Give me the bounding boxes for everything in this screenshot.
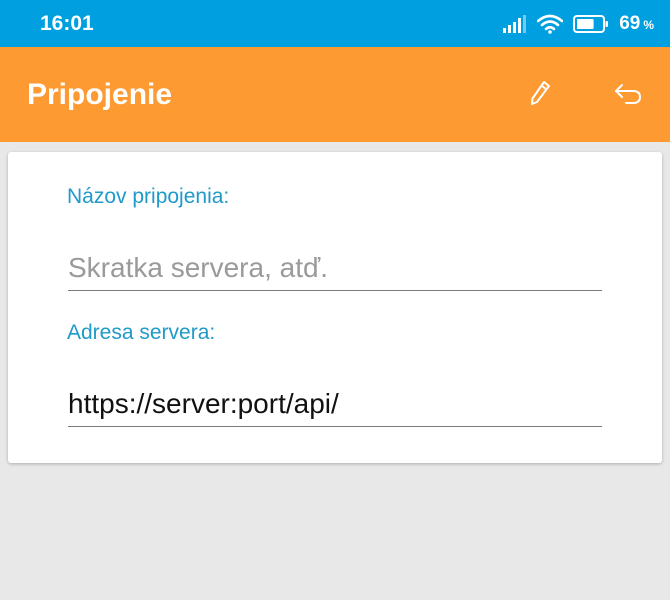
- connection-form-card: Názov pripojenia: Adresa servera:: [8, 152, 662, 463]
- status-icons: 69%: [503, 12, 654, 36]
- status-bar: 16:01 69 %: [0, 0, 670, 47]
- status-time: 16:01: [40, 12, 94, 35]
- connection-name-label: Názov pripojenia:: [67, 185, 230, 208]
- back-button[interactable]: [608, 75, 648, 115]
- signal-icon: [503, 15, 527, 33]
- battery-icon: [573, 15, 609, 33]
- page-title: Pripojenie: [27, 78, 173, 111]
- battery-level: 69%: [619, 12, 654, 37]
- edit-button[interactable]: [520, 75, 560, 115]
- server-address-label: Adresa servera:: [67, 321, 216, 344]
- battery-unit: %: [643, 17, 654, 32]
- battery-percent: 69: [619, 12, 641, 34]
- app-bar: Pripojenie: [0, 47, 670, 142]
- undo-icon: [613, 81, 643, 110]
- server-address-input[interactable]: [68, 384, 602, 427]
- connection-name-input[interactable]: [68, 248, 602, 291]
- wifi-icon: [537, 14, 564, 34]
- edit-icon: [527, 79, 553, 112]
